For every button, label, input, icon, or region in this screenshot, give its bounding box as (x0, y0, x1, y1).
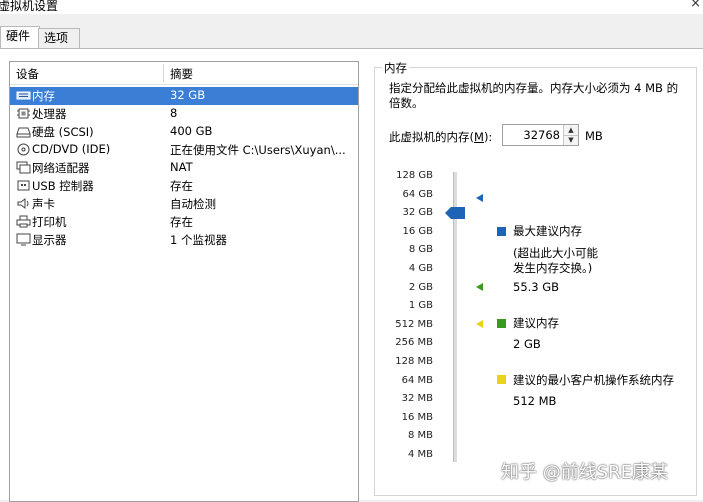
scale-label: 8 GB (408, 244, 433, 256)
device-row-harddisk[interactable]: 硬盘 (SCSI) 400 GB (10, 123, 358, 141)
device-row-usb[interactable]: USB 控制器 存在 (10, 177, 358, 195)
scale-label: 4 MB (407, 449, 433, 460)
scale-label: 16 GB (402, 225, 433, 237)
recommended-marker (476, 283, 483, 291)
device-name: 硬盘 (SCSI) (32, 125, 94, 139)
scale-label: 2 GB (408, 281, 433, 293)
column-header-summary[interactable]: 摘要 (170, 66, 193, 82)
device-row-display[interactable]: 显示器 1 个监视器 (10, 231, 358, 249)
memory-group-title: 内存 (382, 60, 409, 76)
recommended-title: 建议内存 (513, 316, 559, 330)
min-guest-value: 512 MB (513, 394, 557, 408)
usb-icon (16, 179, 31, 192)
device-name: 显示器 (32, 233, 67, 247)
tab-hardware[interactable]: 硬件 (0, 26, 40, 48)
device-name: 声卡 (32, 197, 55, 211)
memory-unit: MB (585, 129, 603, 143)
device-list[interactable]: 设备 摘要 内存 32 GB 处理器 8 硬盘 (SCSI) 400 GB CD… (9, 61, 359, 502)
device-row-sound[interactable]: 声卡 自动检测 (10, 195, 358, 213)
memory-spinbox[interactable]: 32768 ▲ ▼ (502, 124, 579, 146)
device-summary: 8 (170, 106, 178, 120)
device-row-memory[interactable]: 内存 32 GB (10, 87, 358, 105)
cd-dvd-icon (16, 143, 31, 156)
network-icon (16, 161, 31, 174)
device-summary: 正在使用文件 C:\Users\Xuyan\... (170, 143, 346, 157)
device-row-processor[interactable]: 处理器 8 (10, 105, 358, 123)
scale-label: 16 MB (401, 411, 433, 423)
device-name: 内存 (32, 89, 55, 103)
min-guest-marker (476, 320, 483, 328)
scale-label: 512 MB (395, 318, 433, 330)
scale-label: 128 MB (395, 356, 433, 367)
max-recommended-title: 最大建议内存 (513, 224, 582, 238)
scale-label: 32 MB (401, 393, 433, 405)
device-name: 打印机 (32, 215, 67, 229)
scale-label: 64 MB (401, 374, 433, 386)
device-row-network[interactable]: 网络适配器 NAT (10, 159, 358, 177)
recommended-swatch (497, 319, 506, 328)
device-row-cd-dvd[interactable]: CD/DVD (IDE) 正在使用文件 C:\Users\Xuyan\... (10, 141, 358, 159)
title-bar: 虚拟机设置 × (0, 0, 703, 14)
scale-label: 32 GB (402, 207, 433, 219)
scale-label: 1 GB (408, 300, 433, 312)
device-summary: 1 个监视器 (170, 233, 227, 247)
column-separator[interactable] (163, 64, 164, 82)
scale-label: 128 GB (396, 170, 433, 181)
watermark: 知乎 @前线SRE康某 (501, 462, 669, 483)
device-row-printer[interactable]: 打印机 存在 (10, 213, 358, 231)
memory-slider-thumb[interactable] (445, 207, 465, 219)
recommended-value: 2 GB (513, 337, 541, 351)
spin-down-icon[interactable]: ▼ (564, 135, 578, 145)
device-summary: 32 GB (170, 88, 206, 102)
max-recommended-marker (476, 194, 483, 202)
device-name: USB 控制器 (32, 179, 94, 193)
device-summary: 存在 (170, 215, 193, 229)
device-list-header: 设备 摘要 (10, 62, 358, 85)
sound-icon (16, 197, 31, 210)
device-name: 网络适配器 (32, 161, 90, 175)
memory-description: 指定分配给此虚拟机的内存量。内存大小必须为 4 MB 的倍数。 (389, 81, 679, 110)
device-summary: 自动检测 (170, 197, 216, 211)
scale-label: 256 MB (395, 337, 433, 349)
min-guest-swatch (497, 375, 506, 384)
column-header-device[interactable]: 设备 (16, 66, 39, 82)
close-icon[interactable]: × (690, 0, 701, 11)
device-summary: 400 GB (170, 124, 213, 138)
max-recommended-note-2: 发生内存交换。) (513, 261, 593, 275)
max-recommended-swatch (497, 227, 506, 236)
spin-buttons: ▲ ▼ (563, 125, 578, 145)
harddisk-icon (16, 125, 31, 138)
tab-options[interactable]: 选项 (38, 28, 80, 48)
device-summary: NAT (170, 160, 193, 174)
device-name: 处理器 (32, 107, 67, 121)
memory-field-label: 此虚拟机的内存(M): (389, 130, 493, 144)
scale-label: 64 GB (402, 188, 433, 200)
max-recommended-note-1: (超出此大小可能 (513, 246, 598, 260)
memory-value-input[interactable]: 32768 (523, 128, 560, 142)
device-name: CD/DVD (IDE) (32, 142, 111, 156)
printer-icon (16, 215, 31, 228)
scale-label: 4 GB (408, 263, 433, 274)
scale-label: 8 MB (407, 430, 433, 442)
device-summary: 存在 (170, 179, 193, 193)
display-icon (16, 233, 31, 246)
cpu-icon (16, 107, 31, 120)
max-recommended-value: 55.3 GB (513, 280, 560, 294)
window-title: 虚拟机设置 (0, 0, 59, 13)
memory-icon (16, 89, 31, 102)
min-guest-title: 建议的最小客户机操作系统内存 (513, 373, 674, 387)
